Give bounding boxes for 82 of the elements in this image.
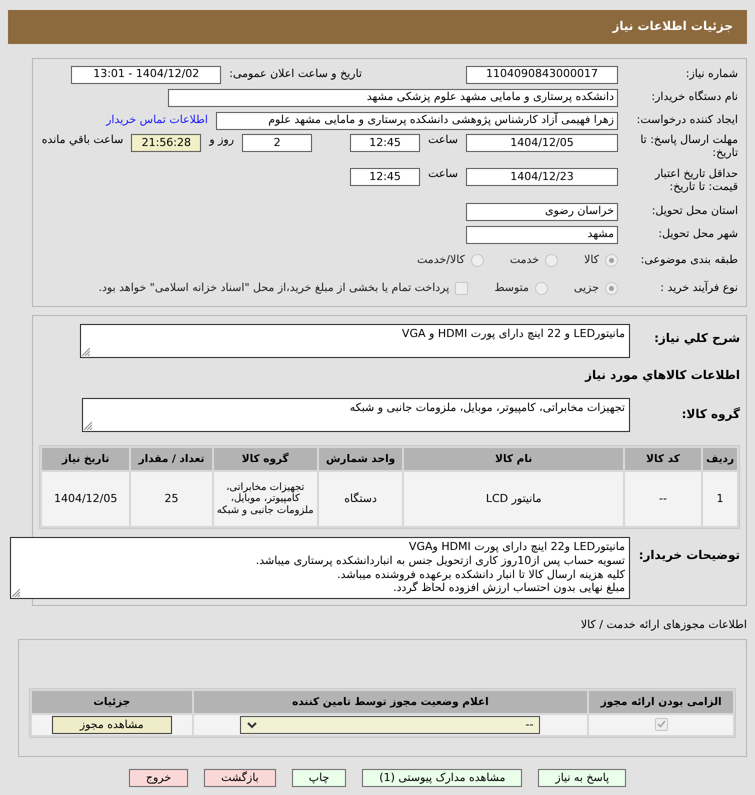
- column-header: الزامی بودن ارائه مجوز: [589, 691, 733, 713]
- city-field: مشهد: [466, 226, 618, 244]
- action-button[interactable]: مشاهده مدارک پیوستی (1): [362, 769, 522, 787]
- radio-button[interactable]: [470, 254, 484, 266]
- action-button[interactable]: پاسخ به نیاز: [538, 769, 626, 787]
- column-header: تعداد / مقدار: [131, 448, 212, 470]
- action-button[interactable]: خروج: [128, 769, 188, 787]
- note-line: مانیتورLED و22 اینچ دارای پورت HDMI وVGA: [408, 540, 625, 554]
- field-label: شماره نیاز:: [684, 68, 738, 81]
- field-label: توضیحات خریدار:: [638, 547, 740, 563]
- radio-label: کالا/خدمت: [417, 254, 465, 266]
- field-label: مهلت ارسال پاسخ: تا تاریخ:: [639, 134, 738, 160]
- requester-field: زهرا فهیمی آزاد کارشناس پژوهشی دانشکده پرستاری و مامایی مشهد علوم: [216, 112, 618, 130]
- radio-label: جزیی: [574, 282, 599, 294]
- column-header: نام کالا: [404, 448, 623, 470]
- note-line: کلیه هزینه ارسال کالا تا انبار دانشکده برعهده فروشنده میباشد.: [336, 568, 625, 581]
- table-cell: مانیتور LCD: [404, 472, 623, 526]
- action-button[interactable]: چاپ: [292, 769, 346, 787]
- radio-label: کالا: [584, 254, 599, 266]
- checkbox[interactable]: [455, 282, 468, 294]
- radio-button[interactable]: [545, 254, 558, 266]
- page-title: جزئیات اطلاعات نیاز: [8, 10, 747, 44]
- column-header: کد کالا: [624, 448, 702, 470]
- radio-button[interactable]: [605, 282, 618, 294]
- field-label: شهر محل تحویل:: [657, 228, 738, 241]
- field-label: حداقل تاریخ اعتبار قیمت: تا تاریخ:: [654, 168, 738, 194]
- dropdown-value: --: [526, 718, 534, 732]
- buyer-org-field: دانشکده پرستاری و مامایی مشهد علوم پزشکی مشهد: [168, 88, 618, 106]
- remaining-time-field: 21:56:28: [131, 134, 202, 152]
- announce-date-field: 1404/12/02 - 13:01: [71, 66, 222, 84]
- action-button[interactable]: بازگشت: [204, 769, 276, 787]
- column-header: واحد شمارش: [318, 448, 402, 470]
- field-label: طبقه بندی موضوعی:: [640, 254, 738, 266]
- table-cell: 1404/12/05: [42, 472, 130, 526]
- field-label: ساعت باقي مانده: [42, 134, 124, 147]
- field-label: گروه کالا:: [680, 408, 740, 422]
- reply-time-field: 12:45: [350, 134, 420, 152]
- buyer-contact-link[interactable]: اطلاعات تماس خریدار: [106, 114, 208, 127]
- checkbox[interactable]: [654, 718, 668, 731]
- table-cell: تجهیزات مخابراتی، کامپیوتر، موبایل، ملزومات جانبی و شبکه: [214, 472, 317, 526]
- chevron-down-icon: [247, 722, 258, 728]
- field-label: شرح کلي نیاز:: [653, 330, 740, 346]
- check-icon: [656, 720, 666, 728]
- days-field: 2: [242, 134, 312, 152]
- radio-button[interactable]: [605, 254, 618, 266]
- checkbox-label: پرداخت تمام یا بخشی از مبلغ خرید،از محل "اسناد خزانه اسلامی" خواهد بود.: [98, 282, 450, 294]
- resize-grip-icon[interactable]: [82, 348, 90, 356]
- note-line: مبلغ نهایی بدون احتساب ارزش افزوده لحاظ گردد.: [392, 581, 625, 595]
- table-cell: 1: [703, 472, 737, 526]
- note-line: تسویه حساب پس از10روز کاری ازتحویل جنس به انباردانشکده پرستاری میباشد.: [254, 554, 625, 568]
- resize-grip-icon[interactable]: [84, 422, 92, 430]
- need-number-field: 1104090843000017: [466, 66, 618, 84]
- column-header: تاریخ نیاز: [42, 448, 130, 470]
- column-header: جزئیات: [32, 691, 192, 713]
- radio-button[interactable]: [534, 282, 548, 294]
- field-label: ساعت: [428, 134, 458, 147]
- field-label: تاریخ و ساعت اعلان عمومی:: [229, 68, 362, 81]
- column-header: ردیف: [703, 448, 737, 470]
- table-cell: --: [624, 472, 702, 526]
- validity-time-field: 12:45: [350, 168, 420, 186]
- reply-date-field: 1404/12/05: [466, 134, 618, 152]
- table-cell: 25: [131, 472, 212, 526]
- radio-label: خدمت: [510, 254, 540, 266]
- column-header: اعلام وضعیت مجوز توسط تامین کننده: [194, 691, 588, 713]
- field-label: ساعت: [428, 168, 458, 181]
- radio-label: متوسط: [494, 282, 529, 294]
- field-label: استان محل تحویل:: [650, 205, 738, 218]
- column-header: گروه کالا: [214, 448, 317, 470]
- resize-grip-icon[interactable]: [12, 589, 20, 597]
- field-label: نام دستگاه خریدار:: [650, 91, 738, 104]
- status-dropdown[interactable]: --: [240, 716, 540, 734]
- field-label: نوع فرآیند خرید :: [659, 282, 738, 294]
- field-label: روز و: [209, 134, 234, 147]
- section-title: اطلاعات کالاهاي مورد نياز: [585, 368, 740, 382]
- table-cell: دستگاه: [318, 472, 402, 526]
- goods-group-field: تجهیزات مخابراتی، کامپیوتر، موبایل، ملزومات جانبی و شبکه: [82, 398, 630, 432]
- section-title: اطلاعات مجوزهای ارائه خدمت / کالا: [580, 619, 747, 632]
- field-label: ایجاد کننده درخواست:: [636, 114, 738, 127]
- validity-date-field: 1404/12/23: [466, 168, 618, 186]
- description-field: مانیتورLED و 22 اینچ دارای پورت HDMI و VGA: [80, 324, 630, 358]
- province-field: خراسان رضوی: [466, 202, 618, 220]
- view-license-button[interactable]: مشاهده مجوز: [52, 716, 172, 734]
